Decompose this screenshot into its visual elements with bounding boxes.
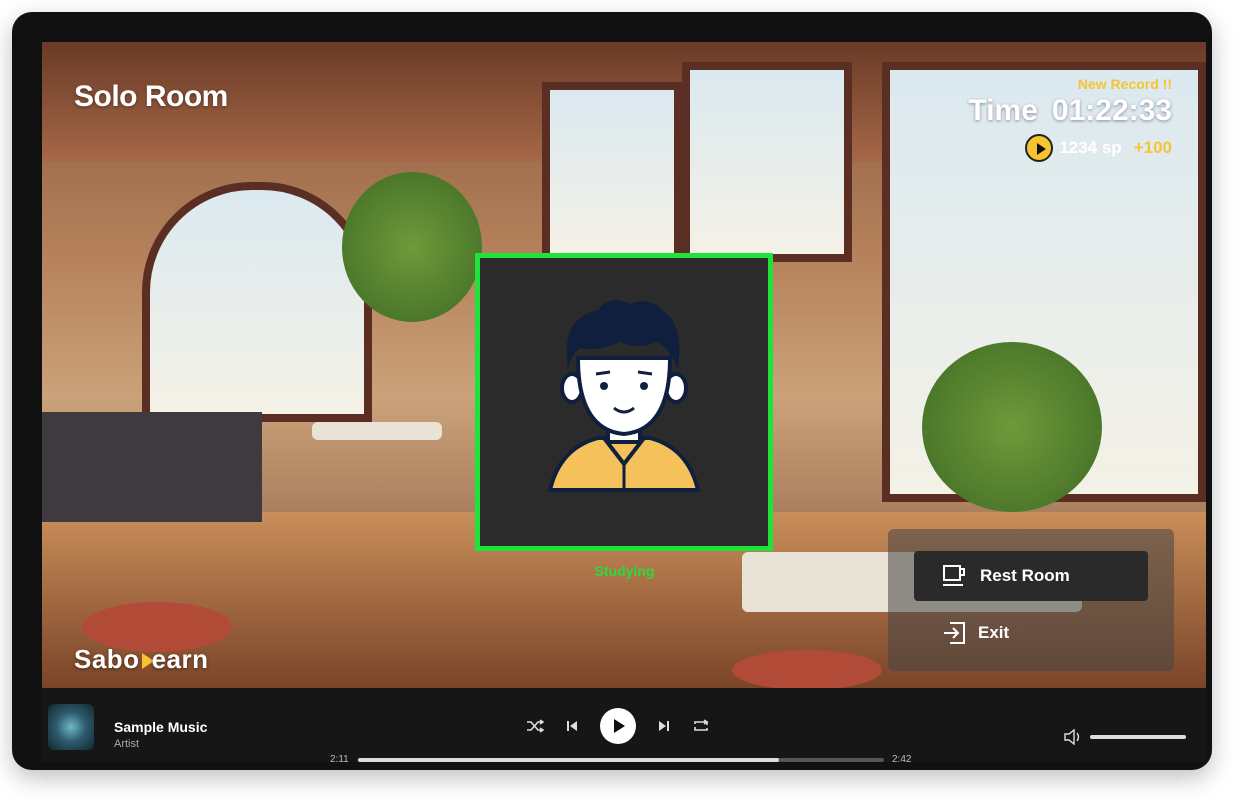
rest-room-button[interactable]: Rest Room <box>914 551 1148 601</box>
coffee-cup-icon <box>943 565 965 586</box>
window-pane <box>682 62 852 262</box>
next-track-icon[interactable] <box>658 720 670 732</box>
actions-panel: Rest Room Exit <box>888 529 1174 671</box>
device-frame: Solo Room New Record !! Time 01:22:33 123… <box>12 12 1212 770</box>
timer: Time 01:22:33 <box>968 94 1172 128</box>
plant <box>922 342 1102 512</box>
progress-fill <box>358 758 779 762</box>
plant <box>342 172 482 322</box>
music-player: Sample Music Artist 2:11 2:42 <box>42 688 1206 762</box>
repeat-icon[interactable] <box>692 719 710 733</box>
play-button[interactable] <box>600 708 636 744</box>
volume-icon[interactable] <box>1064 728 1082 750</box>
previous-track-icon[interactable] <box>566 720 578 732</box>
stool <box>732 650 882 690</box>
track-title: Sample Music <box>114 719 208 735</box>
album-art <box>48 704 94 750</box>
study-status: Studying <box>594 563 655 579</box>
track-artist: Artist <box>114 738 140 750</box>
progress-bar[interactable] <box>358 758 884 762</box>
current-time: 2:11 <box>330 754 349 762</box>
timer-value: 01:22:33 <box>1051 94 1172 127</box>
total-time: 2:42 <box>892 754 912 762</box>
rest-room-label: Rest Room <box>980 566 1070 585</box>
user-avatar-icon <box>547 300 701 492</box>
volume-slider[interactable] <box>1090 735 1186 739</box>
counter <box>42 412 262 522</box>
exit-door-icon <box>944 622 965 644</box>
coin-play-icon <box>1025 134 1054 162</box>
window-pane <box>542 82 682 262</box>
volume-fill <box>1090 735 1186 739</box>
avatar-card <box>475 253 773 551</box>
timer-panel: New Record !! Time 01:22:33 1234 sp +100 <box>968 76 1172 162</box>
shuffle-icon[interactable] <box>526 719 544 733</box>
app-screen: Solo Room New Record !! Time 01:22:33 123… <box>42 42 1206 762</box>
exit-label: Exit <box>978 623 1010 642</box>
playback-controls <box>526 708 710 744</box>
brand-logo: Sabo earn <box>74 644 209 674</box>
timer-label: Time <box>968 94 1038 127</box>
points-bonus: +100 <box>1133 138 1172 157</box>
arched-window <box>142 182 372 422</box>
table <box>312 422 442 440</box>
new-record-badge: New Record !! <box>1077 76 1172 92</box>
room-title: Solo Room <box>74 80 228 113</box>
exit-button[interactable]: Exit <box>942 621 1009 645</box>
points-row: 1234 sp +100 <box>968 134 1172 162</box>
points-amount: 1234 sp <box>1059 138 1122 157</box>
